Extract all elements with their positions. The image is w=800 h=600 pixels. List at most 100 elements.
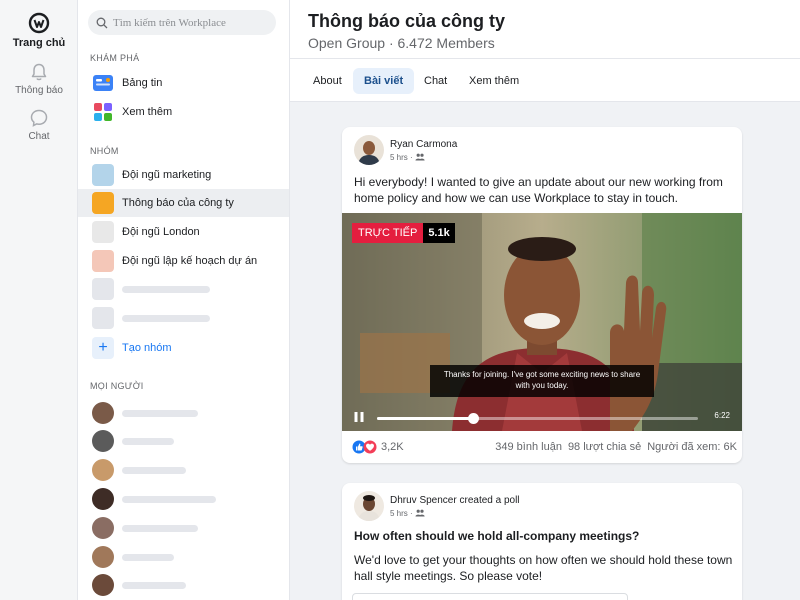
post-text: We'd love to get your thoughts on how of… <box>354 553 733 583</box>
reactions-count: 3,2K <box>381 441 404 453</box>
avatar <box>92 488 114 510</box>
avatar <box>92 546 114 568</box>
rail-chat-label: Chat <box>28 131 50 142</box>
group-thumbnail <box>92 250 114 272</box>
rail-notifications[interactable]: Thông báo <box>0 62 78 96</box>
author-line: Dhruv Spencer created a poll <box>390 495 520 506</box>
author-avatar-image <box>354 491 384 521</box>
group-thumbnail <box>92 164 114 186</box>
search-input[interactable] <box>113 16 273 29</box>
main-content: Thông báo của công ty Open Group · 6.472… <box>290 0 800 600</box>
avatar <box>92 430 114 452</box>
sidebar-item-project-planning-team[interactable]: Đội ngũ lập kế hoạch dự án <box>78 247 289 275</box>
author-avatar-image <box>354 135 384 165</box>
sidebar-item-label: Đội ngũ lập kế hoạch dự án <box>122 255 258 267</box>
group-placeholder <box>92 277 210 301</box>
rail-notifications-label: Thông báo <box>15 85 63 96</box>
post-header: Dhruv Spencer created a poll 5 hrs · <box>354 491 520 521</box>
poll-option[interactable] <box>352 593 628 600</box>
group-thumbnail <box>92 192 114 214</box>
create-group-button[interactable]: + Tạo nhóm <box>92 337 172 359</box>
rail-chat[interactable]: Chat <box>0 108 78 142</box>
video-frame <box>342 213 742 431</box>
sidebar-item-label: Đội ngũ marketing <box>122 169 212 181</box>
live-video[interactable]: TRỰC TIẾP 5.1k Thanks for joining. I've … <box>342 213 742 431</box>
post-stats: 3,2K 349 bình luận 98 lượt chia sẻ Người… <box>352 437 737 457</box>
video-time: 6:22 <box>714 411 730 420</box>
progress-handle[interactable] <box>468 413 480 424</box>
news-feed-icon <box>93 75 113 91</box>
post-time: 5 hrs · <box>390 508 413 518</box>
author-name[interactable]: Dhruv Spencer <box>390 495 457 506</box>
sidebar-item-london-team[interactable]: Đội ngũ London <box>78 218 289 246</box>
tab-about[interactable]: About <box>302 68 353 94</box>
progress-fill <box>377 417 474 420</box>
shares-count[interactable]: 98 lượt chia sẻ <box>568 441 641 453</box>
seen-count[interactable]: Người đã xem: 6K <box>647 441 737 453</box>
poll-post-card: Dhruv Spencer created a poll 5 hrs · How… <box>342 483 742 600</box>
groups-section-title: NHÓM <box>90 146 119 156</box>
person-placeholder <box>92 401 198 425</box>
pause-icon[interactable] <box>353 411 365 423</box>
avatar <box>92 402 114 424</box>
rail-home[interactable]: Trang chủ <box>0 12 78 49</box>
sidebar-item-marketing-team[interactable]: Đội ngũ marketing <box>78 161 289 189</box>
tab-see-more[interactable]: Xem thêm <box>458 68 530 94</box>
search-box[interactable] <box>88 10 276 35</box>
poll-question: How often should we hold all-company mee… <box>354 529 640 543</box>
video-caption: Thanks for joining. I've got some exciti… <box>430 365 654 397</box>
rail-home-label: Trang chủ <box>12 37 66 49</box>
post-action: created a poll <box>459 494 520 506</box>
post-meta: 5 hrs · <box>390 153 457 162</box>
avatar <box>92 574 114 596</box>
post-meta: 5 hrs · <box>390 509 520 518</box>
sidebar: KHÁM PHÁ Bảng tin Xem thêm NHÓM Đội ngũ … <box>78 0 290 600</box>
progress-track[interactable] <box>377 413 698 424</box>
comments-count[interactable]: 349 bình luận <box>495 441 562 453</box>
sidebar-item-company-announcements[interactable]: Thông báo của công ty <box>78 189 289 217</box>
group-audience-icon <box>415 509 425 517</box>
people-section-title: MỌI NGƯỜI <box>90 381 144 391</box>
sidebar-item-label: Xem thêm <box>122 106 173 118</box>
sidebar-item-label: Thông báo của công ty <box>122 197 234 209</box>
search-icon <box>96 17 108 28</box>
post-time: 5 hrs · <box>390 152 413 162</box>
post-header: Ryan Carmona 5 hrs · <box>354 135 457 165</box>
viewer-count: 5.1k <box>423 223 455 243</box>
person-placeholder <box>92 487 216 511</box>
plus-icon: + <box>92 337 114 359</box>
create-group-label: Tạo nhóm <box>122 342 172 354</box>
explore-section-title: KHÁM PHÁ <box>90 53 140 63</box>
page-title: Thông báo của công ty <box>308 11 505 31</box>
live-badge: TRỰC TIẾP 5.1k <box>352 223 455 243</box>
tab-posts[interactable]: Bài viết <box>353 68 415 94</box>
person-placeholder <box>92 545 174 569</box>
video-controls: 6:22 <box>342 403 742 431</box>
bell-icon <box>31 63 47 81</box>
sidebar-item-news-feed[interactable]: Bảng tin <box>78 69 289 97</box>
avatar[interactable] <box>354 135 384 165</box>
author-name[interactable]: Ryan Carmona <box>390 139 457 150</box>
group-tabs: About Bài viết Chat Xem thêm <box>290 58 800 102</box>
avatar[interactable] <box>354 491 384 521</box>
person-placeholder <box>92 429 174 453</box>
sidebar-item-label: Đội ngũ London <box>122 226 200 238</box>
chat-bubble-icon <box>30 109 48 127</box>
live-label: TRỰC TIẾP <box>352 223 424 243</box>
person-placeholder <box>92 458 186 482</box>
post-card: Ryan Carmona 5 hrs · Hi everybody! I wan… <box>342 127 742 463</box>
post-text: Hi everybody! I wanted to give an update… <box>354 175 723 205</box>
reactions[interactable]: 3,2K <box>352 440 404 454</box>
sidebar-item-label: Bảng tin <box>122 77 163 89</box>
left-rail: Trang chủ Thông báo Chat <box>0 0 78 600</box>
love-reaction-icon <box>363 440 377 454</box>
person-placeholder <box>92 516 198 540</box>
group-header: Thông báo của công ty Open Group · 6.472… <box>290 0 800 102</box>
group-subtitle: Open Group · 6.472 Members <box>308 35 495 51</box>
avatar <box>92 517 114 539</box>
tab-chat[interactable]: Chat <box>413 68 458 94</box>
workplace-logo-icon <box>28 12 50 34</box>
group-audience-icon <box>415 153 425 161</box>
avatar <box>92 459 114 481</box>
sidebar-item-see-more[interactable]: Xem thêm <box>78 98 289 126</box>
